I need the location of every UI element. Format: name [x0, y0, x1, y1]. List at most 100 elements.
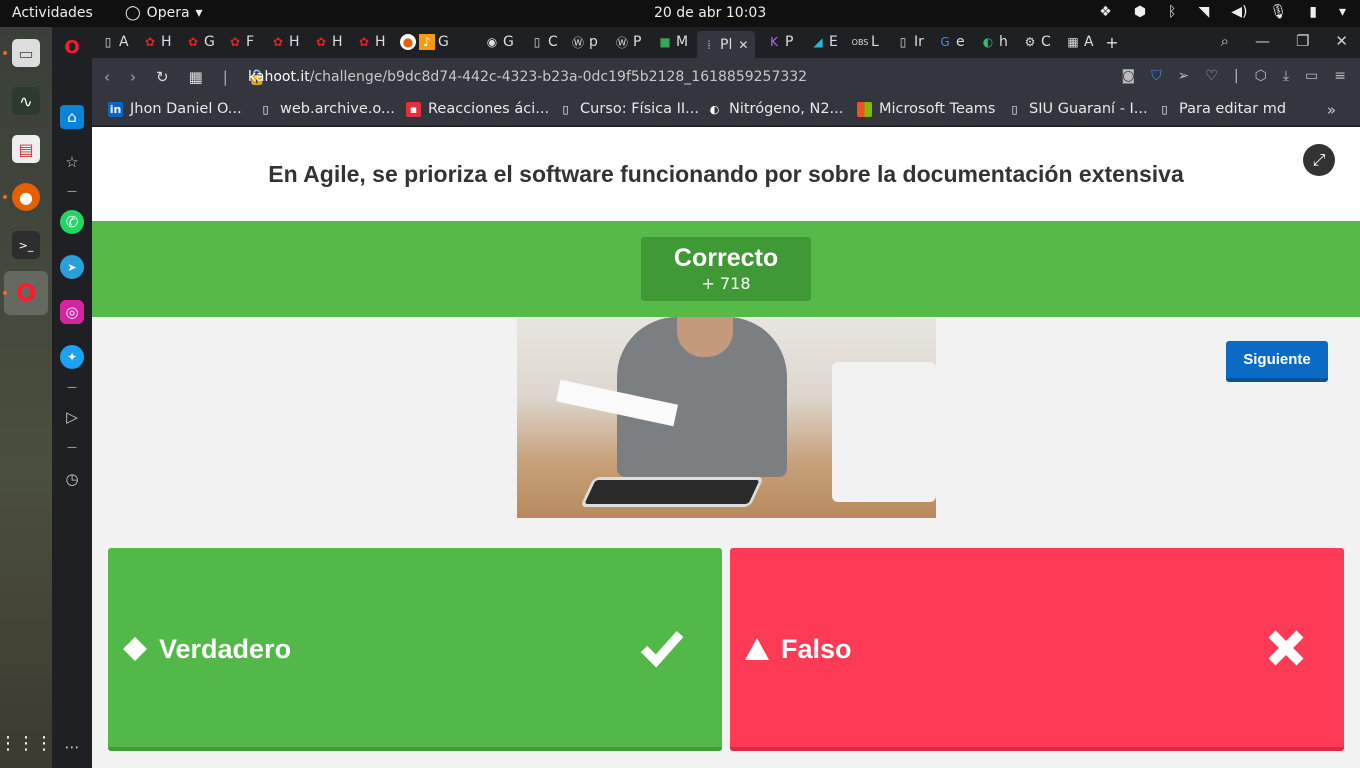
- tab-label: L: [871, 34, 879, 50]
- volume-icon[interactable]: ◀): [1231, 4, 1247, 20]
- bookmark-item[interactable]: in Jhon Daniel O...: [108, 101, 242, 117]
- tab[interactable]: ● ♪ G: [400, 31, 449, 53]
- terminal-icon[interactable]: >_: [12, 231, 40, 259]
- fullscreen-button[interactable]: ⤢: [1303, 144, 1335, 176]
- next-button[interactable]: Siguiente: [1226, 341, 1328, 382]
- url-field[interactable]: kahoot.it/challenge/b9dc8d74-442c-4323-b…: [248, 69, 807, 85]
- document-viewer-icon[interactable]: ▤: [12, 135, 40, 163]
- dropbox-icon[interactable]: ❖: [1099, 4, 1112, 20]
- result-box: Correcto + 718: [641, 237, 811, 301]
- opera-menu-icon[interactable]: O: [60, 35, 84, 59]
- tab[interactable]: ▦ A: [1065, 31, 1093, 53]
- player-icon[interactable]: ▷: [60, 405, 84, 429]
- tab-strip: ▯ A ✿ H ✿ G ✿ F ✿ H ✿ H ✿ H ● ♪ G ◉ G ▯ C Ⓦp Ⓦ P ■ M …: [92, 27, 1360, 58]
- bluetooth-icon[interactable]: ᛒ: [1168, 4, 1176, 20]
- more-icon[interactable]: ⋯: [60, 735, 84, 759]
- tab[interactable]: ▯ C: [529, 31, 558, 53]
- bookmark-item[interactable]: ▯ Curso: Física II...: [558, 101, 699, 117]
- clock[interactable]: 20 de abr 10:03: [654, 5, 766, 21]
- bookmark-item[interactable]: ▯ Para editar md: [1157, 101, 1286, 117]
- address-tools: ◙ ⛉ ➢ ♡ | ⬡ ⤓ ▭ ≡: [1121, 68, 1346, 84]
- tab[interactable]: KP: [766, 31, 793, 53]
- page-icon: ▯: [262, 102, 269, 116]
- meet-icon: ■: [659, 35, 671, 49]
- tab[interactable]: ■ M: [657, 31, 688, 53]
- chevron-down-icon: ▾: [195, 5, 203, 21]
- divider: —: [67, 441, 77, 453]
- teams-icon[interactable]: ⬢: [1134, 4, 1146, 20]
- home-icon[interactable]: ⌂: [60, 105, 84, 129]
- microphone-icon[interactable]: 🎙: [1269, 4, 1287, 20]
- tab[interactable]: Ⓦ P: [614, 31, 641, 53]
- close-tab-icon[interactable]: ✕: [735, 37, 751, 53]
- system-tray[interactable]: ❖ ⬢ ᛒ ◥ ◀) 🎙 ▮ ▾: [1099, 4, 1346, 20]
- tab[interactable]: ▯ A: [100, 31, 129, 53]
- back-icon[interactable]: ‹: [104, 68, 110, 86]
- bookmark-item[interactable]: ▯ SIU Guaraní - I...: [1007, 101, 1147, 117]
- tab[interactable]: ✿ F: [227, 31, 254, 53]
- files-icon[interactable]: ▭: [12, 39, 40, 67]
- tab[interactable]: ✿ H: [270, 31, 300, 53]
- close-window-icon[interactable]: ✕: [1335, 32, 1348, 50]
- bookmarks-overflow-icon[interactable]: »: [1327, 101, 1336, 119]
- huawei-icon: ✿: [358, 35, 370, 49]
- reload-icon[interactable]: ↻: [156, 68, 169, 86]
- wifi-icon[interactable]: ◥: [1198, 4, 1209, 20]
- maximize-icon[interactable]: ❐: [1296, 32, 1309, 50]
- firefox-icon[interactable]: ●: [12, 183, 40, 211]
- send-icon[interactable]: ➢: [1178, 68, 1190, 84]
- bookmark-item[interactable]: ◐ Nitrógeno, N2...: [707, 101, 844, 117]
- forward-icon[interactable]: ›: [130, 68, 136, 86]
- tab[interactable]: OBS L: [852, 31, 879, 53]
- tab-label: P: [633, 34, 642, 50]
- search-tabs-icon[interactable]: ⌕: [1221, 32, 1229, 50]
- answer-false[interactable]: Falso: [730, 548, 1344, 751]
- tab[interactable]: Ⓦp: [570, 31, 598, 53]
- check-icon: [640, 628, 684, 678]
- tab-active[interactable]: ⁞ Pl ✕: [697, 31, 756, 58]
- tab[interactable]: ✿ H: [356, 31, 386, 53]
- heart-icon[interactable]: ♡: [1205, 68, 1218, 84]
- tab[interactable]: ▯ Ir: [895, 31, 924, 53]
- tab[interactable]: ✿ H: [142, 31, 172, 53]
- tab[interactable]: ◐ h: [980, 31, 1008, 53]
- cube-icon[interactable]: ⬡: [1255, 68, 1267, 84]
- power-menu-icon[interactable]: ▾: [1339, 4, 1346, 20]
- page-icon: ▯: [104, 35, 112, 49]
- bookmark-item[interactable]: ▪ Reacciones áci...: [406, 101, 549, 117]
- camera-icon[interactable]: ◙: [1121, 68, 1135, 84]
- instagram-icon[interactable]: ◎: [60, 300, 84, 324]
- new-tab-button[interactable]: +: [1104, 31, 1120, 53]
- tab[interactable]: Ge: [937, 31, 964, 53]
- result-label: Correcto: [673, 244, 779, 272]
- easy-setup-icon[interactable]: ≡: [1334, 68, 1346, 84]
- answer-true[interactable]: Verdadero: [108, 548, 722, 751]
- tab[interactable]: ✿ H: [313, 31, 343, 53]
- activities-button[interactable]: Actividades: [12, 5, 93, 21]
- tab[interactable]: ◢ E: [810, 31, 837, 53]
- tab[interactable]: ◉ G: [484, 31, 514, 53]
- telegram-icon[interactable]: ➤: [60, 255, 84, 279]
- tab[interactable]: ✿ G: [185, 31, 215, 53]
- battery-icon[interactable]: ▮: [1309, 4, 1317, 20]
- whatsapp-icon[interactable]: ✆: [60, 210, 84, 234]
- kahoot-icon: ⁞: [707, 37, 711, 52]
- expand-icon: ⤢: [1312, 150, 1326, 169]
- twitter-icon[interactable]: ✦: [60, 345, 84, 369]
- download-icon[interactable]: ⤓: [1283, 68, 1289, 84]
- bookmark-item[interactable]: ■ Microsoft Teams: [857, 101, 995, 117]
- battery-saver-icon[interactable]: ▭: [1305, 68, 1318, 84]
- opera-icon[interactable]: O: [12, 279, 40, 307]
- minimize-icon[interactable]: —: [1255, 32, 1270, 50]
- tab[interactable]: ⚙ C: [1022, 31, 1051, 53]
- star-icon[interactable]: ☆: [60, 150, 84, 174]
- refresh-app-icon: ◐: [982, 35, 994, 49]
- bookmark-item[interactable]: ▯ web.archive.o...: [258, 101, 394, 117]
- speed-dial-icon[interactable]: ▦: [189, 68, 203, 86]
- show-applications-icon[interactable]: ⋮⋮⋮: [0, 729, 53, 757]
- history-icon[interactable]: ◷: [60, 467, 84, 491]
- app-menu[interactable]: ◯ Opera ▾: [125, 5, 203, 21]
- system-monitor-icon[interactable]: ∿: [12, 87, 40, 115]
- bookmark-label: Reacciones áci...: [428, 101, 550, 117]
- shield-icon[interactable]: ⛉: [1151, 68, 1162, 84]
